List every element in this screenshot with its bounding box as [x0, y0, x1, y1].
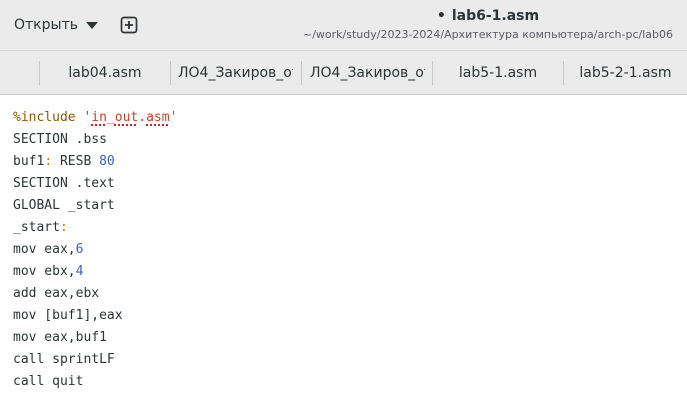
text-editor[interactable]: %include 'in_out.asm' SECTION .bss buf1:…: [0, 95, 687, 404]
document-name: lab6-1.asm: [451, 8, 540, 24]
code-line-11: mov eax,buf1: [13, 330, 107, 345]
open-button-label: Открыть: [14, 17, 78, 33]
document-title: • lab6-1.asm: [290, 7, 686, 25]
chevron-down-icon: [85, 21, 98, 29]
tab-separator: [301, 61, 302, 85]
modified-indicator: •: [436, 8, 446, 24]
code-line-4: SECTION .text: [13, 176, 115, 191]
code-line-7: mov eax,6: [13, 242, 84, 257]
code-line-9: add eax,ebx: [13, 286, 100, 301]
tab-label: ЛО4_Закиров_отчет: [310, 64, 425, 81]
tab-label: lab04.asm: [68, 64, 142, 81]
tab-bar: lab04.asm ЛО4_Закиров_отчет ЛО4_Закиров_…: [0, 50, 687, 95]
tab-label: lab5-1.asm: [458, 64, 538, 81]
document-path: ~/work/study/2023-2024/Архитектура компь…: [303, 28, 673, 41]
spell-error: asm: [146, 110, 170, 125]
new-tab-button[interactable]: [112, 10, 146, 40]
tab-label: ЛО4_Закиров_отчет: [178, 64, 293, 81]
spell-error: in: [91, 110, 107, 125]
code-line-3: buf1: RESB 80: [13, 154, 115, 169]
tab-report-2[interactable]: ЛО4_Закиров_отчет: [310, 51, 425, 94]
include-directive: %include: [13, 110, 76, 125]
header-bar: Открыть • lab6-1.asm ~/work/study/2023-20…: [0, 0, 687, 50]
code-line-12: call sprintLF: [13, 352, 115, 367]
code-line-1: %include 'in_out.asm': [13, 110, 178, 125]
window-title-block: • lab6-1.asm ~/work/study/2023-2024/Архит…: [290, 7, 686, 43]
code-line-5: GLOBAL _start: [13, 198, 115, 213]
code-line-10: mov [buf1],eax: [13, 308, 123, 323]
new-tab-icon: [120, 16, 138, 34]
tab-report-1[interactable]: ЛО4_Закиров_отчет: [178, 51, 293, 94]
code-line-6: _start:: [13, 220, 68, 235]
code-line-2: SECTION .bss: [13, 132, 107, 147]
code-line-8: mov ebx,4: [13, 264, 84, 279]
tab-label: lab5-2-1.asm: [579, 64, 672, 81]
tab-lab5-1[interactable]: lab5-1.asm: [433, 51, 563, 94]
code-line-13: call quit: [13, 374, 84, 389]
spell-error: out: [114, 110, 139, 125]
tab-lab5-2-1[interactable]: lab5-2-1.asm: [564, 51, 687, 94]
tab-lab04[interactable]: lab04.asm: [40, 51, 170, 94]
open-button[interactable]: Открыть: [6, 8, 106, 42]
tab-separator: [170, 61, 171, 85]
